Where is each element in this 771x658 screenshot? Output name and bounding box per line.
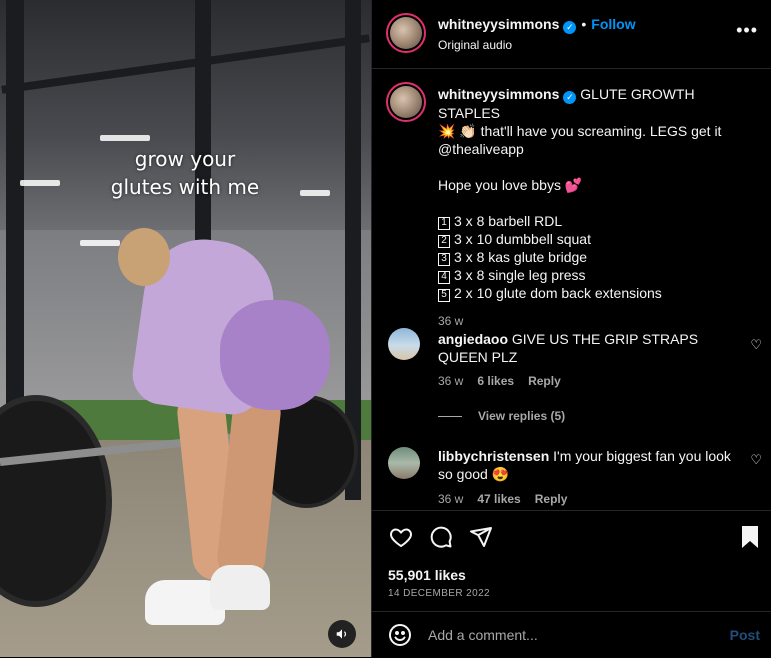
- comment-likes[interactable]: 6 likes: [477, 374, 514, 388]
- separator-dot: •: [581, 16, 587, 32]
- comments-section[interactable]: whitneyysimmons ✓ GLUTE GROWTH STAPLES 💥 …: [372, 69, 771, 510]
- ceiling-light: [20, 180, 60, 186]
- view-replies-label: View replies (5): [478, 409, 566, 423]
- view-replies-button[interactable]: View replies (5): [438, 409, 565, 423]
- workout-item: 2 3 x 10 dumbbell squat: [438, 230, 738, 248]
- person-shoe: [210, 565, 270, 610]
- number-box-icon: 1: [438, 217, 450, 230]
- caption-mention[interactable]: @thealiveapp: [438, 140, 738, 158]
- ceiling-light: [300, 190, 330, 196]
- more-horizontal-icon: •••: [736, 20, 758, 40]
- author-username[interactable]: whitneyysimmons: [438, 16, 559, 32]
- post-actions: 55,901 likes 14 DECEMBER 2022: [372, 510, 771, 611]
- avatar-image: [390, 17, 422, 49]
- author-avatar[interactable]: [386, 13, 426, 53]
- workout-item: 4 3 x 8 single leg press: [438, 266, 738, 284]
- overlay-line: glutes with me: [110, 175, 260, 199]
- comment-body: libbychristensen I'm your biggest fan yo…: [438, 447, 738, 483]
- post-header: whitneyysimmons ✓ • Follow Original audio •…: [372, 0, 771, 69]
- comment-meta: 36 w 47 likes Reply: [438, 492, 581, 506]
- rack-post: [195, 0, 211, 240]
- post-media-video[interactable]: grow your glutes with me: [0, 0, 371, 657]
- workout-item: 1 3 x 8 barbell RDL: [438, 212, 738, 230]
- heart-outline-icon: ♡: [750, 452, 762, 467]
- paper-plane-icon: [470, 527, 492, 547]
- post-details-panel: whitneyysimmons ✓ • Follow Original audio •…: [371, 0, 771, 657]
- caption-timestamp[interactable]: 36 w: [438, 312, 738, 330]
- workout-text: 3 x 8 barbell RDL: [454, 213, 563, 229]
- rack-post: [6, 0, 24, 410]
- audio-toggle-button[interactable]: [328, 620, 356, 648]
- post-date[interactable]: 14 DECEMBER 2022: [388, 588, 490, 599]
- number-box-icon: 3: [438, 253, 450, 266]
- commenter-avatar[interactable]: [388, 328, 420, 360]
- comment-like-button[interactable]: ♡: [750, 452, 762, 468]
- comment-button[interactable]: [427, 523, 455, 551]
- post-comment-button[interactable]: Post: [730, 627, 760, 643]
- heart-icon: [390, 528, 412, 548]
- header-title-row: whitneyysimmons ✓ • Follow: [438, 16, 636, 34]
- caption-body: whitneyysimmons ✓ GLUTE GROWTH STAPLES 💥 …: [438, 85, 738, 330]
- comment-meta: 36 w 6 likes Reply: [438, 374, 575, 388]
- comment-bubble-icon: [430, 526, 452, 548]
- comment-time[interactable]: 36 w: [438, 492, 463, 506]
- comment-likes[interactable]: 47 likes: [477, 492, 520, 506]
- audio-label[interactable]: Original audio: [438, 38, 512, 52]
- likes-count[interactable]: 55,901 likes: [388, 567, 466, 583]
- number-box-icon: 2: [438, 235, 450, 248]
- caption-line: 💥 👏🏻 that'll have you screaming. LEGS ge…: [438, 123, 722, 139]
- more-options-button[interactable]: •••: [736, 20, 758, 41]
- follow-button[interactable]: Follow: [591, 16, 635, 32]
- comment-reply-button[interactable]: Reply: [528, 374, 561, 388]
- workout-text: 3 x 10 dumbbell squat: [454, 231, 591, 247]
- heart-outline-icon: ♡: [750, 337, 762, 352]
- caption-author-avatar[interactable]: [386, 82, 426, 122]
- person-head: [118, 228, 170, 286]
- comment-body: angiedaoo GIVE US THE GRIP STRAPS QUEEN …: [438, 330, 738, 366]
- workout-item: 3 3 x 8 kas glute bridge: [438, 248, 738, 266]
- workout-item: 5 2 x 10 glute dom back extensions: [438, 284, 738, 302]
- emoji-smile-icon: [389, 624, 411, 646]
- comment-username[interactable]: libbychristensen: [438, 448, 549, 464]
- save-button[interactable]: [736, 523, 764, 551]
- workout-text: 3 x 8 kas glute bridge: [454, 249, 588, 265]
- emoji-button[interactable]: [388, 623, 412, 650]
- number-box-icon: 4: [438, 271, 450, 284]
- ceiling-light: [80, 240, 120, 246]
- replies-divider-line: [438, 416, 462, 418]
- caption-username[interactable]: whitneyysimmons: [438, 86, 559, 102]
- bookmark-icon: [742, 526, 758, 548]
- workout-text: 3 x 8 single leg press: [454, 267, 586, 283]
- person-shorts: [220, 300, 330, 410]
- number-box-icon: 5: [438, 289, 450, 302]
- verified-badge-icon: ✓: [563, 91, 577, 104]
- overlay-line: grow your: [134, 147, 236, 171]
- comment-time[interactable]: 36 w: [438, 374, 463, 388]
- share-button[interactable]: [467, 523, 495, 551]
- commenter-avatar[interactable]: [388, 447, 420, 479]
- verified-badge-icon: ✓: [563, 21, 577, 34]
- video-overlay-text: grow your glutes with me: [80, 145, 290, 201]
- avatar-image: [390, 86, 422, 118]
- workout-text: 2 x 10 glute dom back extensions: [454, 285, 662, 301]
- ceiling-light: [100, 135, 150, 141]
- comment-username[interactable]: angiedaoo: [438, 331, 508, 347]
- add-comment-bar: Add a comment... Post: [372, 611, 771, 658]
- caption-line: Hope you love bbys 💕: [438, 177, 583, 193]
- speaker-icon: [336, 629, 347, 639]
- comment-reply-button[interactable]: Reply: [535, 492, 568, 506]
- comment-input[interactable]: Add a comment...: [428, 627, 538, 643]
- like-button[interactable]: [387, 523, 415, 551]
- comment-like-button[interactable]: ♡: [750, 337, 762, 353]
